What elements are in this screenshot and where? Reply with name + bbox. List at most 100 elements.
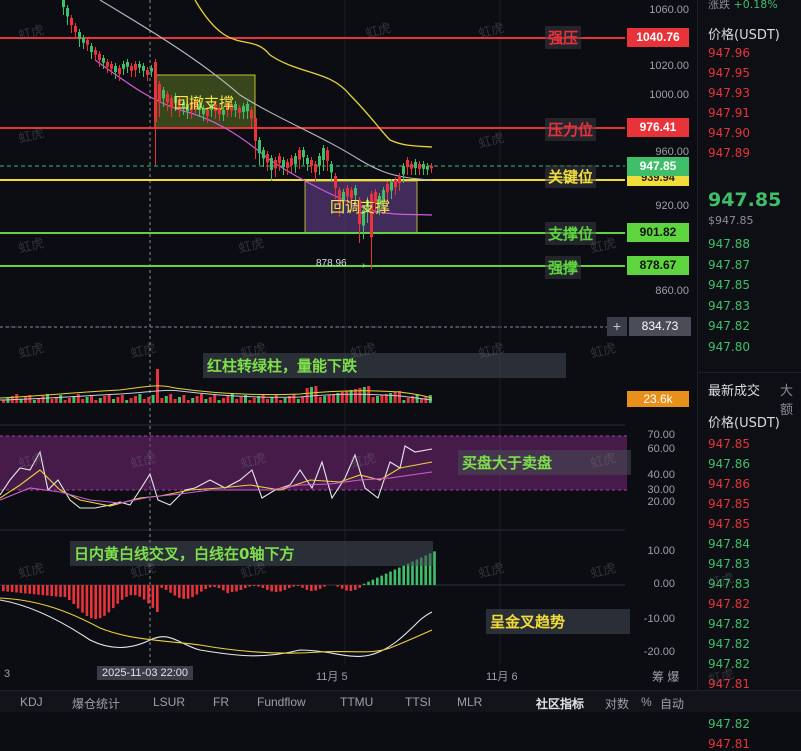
volume-bar [15,394,18,403]
macd-bar [319,585,322,589]
candle [330,164,333,172]
macd-bar [288,585,291,588]
macd-bar [301,585,304,588]
macd-bar [121,585,124,600]
time-label: 11月 5 [316,668,348,684]
tab-ttmu[interactable]: TTMU [340,695,373,709]
ask-price[interactable]: 947.89 [708,146,750,160]
bid-price[interactable]: 947.85 [708,278,750,292]
macd-bar [354,585,357,590]
volume-bar [328,395,331,403]
tab-community-indicators[interactable]: 社区指标 [536,695,584,712]
macd-bar [99,585,102,618]
candle [410,164,413,169]
macd-bar [367,582,370,585]
indicator-tab-bar: KDJ 爆仓统计 LSUR FR Fundflow TTMU TTSI MLR … [0,690,801,712]
macd-bar [200,585,203,592]
candle [110,64,113,69]
macd-bar [226,585,229,593]
candle [98,54,101,60]
tab-fundflow[interactable]: Fundflow [257,695,306,709]
log-scale-toggle[interactable]: 对数 [605,695,629,712]
macd-bar [81,585,84,613]
ask-price[interactable]: 947.90 [708,126,750,140]
candle [82,38,85,43]
volume-bar [222,398,225,403]
volume-bar [213,395,216,403]
volume-bar [112,399,115,403]
candle [250,110,253,118]
tab-liquidation-stats[interactable]: 爆仓统计 [72,695,120,712]
bid-price[interactable]: 947.80 [708,340,750,354]
volume-bar [424,397,427,403]
macd-bar [341,585,344,589]
volume-bar [284,398,287,403]
bid-price[interactable]: 947.87 [708,258,750,272]
candle [326,150,329,161]
volume-bar [147,397,150,403]
macd-bar [244,585,247,588]
macd-bar [112,585,115,608]
crosshair-time-label: 2025-11-03 22:00 [97,666,193,680]
ask-price[interactable]: 947.96 [708,46,750,60]
macd-bar [156,585,159,612]
volume-bar [125,400,128,403]
large-trades-tab[interactable]: 大额 [780,380,801,418]
ask-price[interactable]: 947.91 [708,106,750,120]
auto-scale-toggle[interactable]: 自动 [660,695,684,712]
price-tick: 1060.00 [649,4,689,16]
macd-bar [108,585,111,612]
volume-bar [196,396,199,403]
macd-bar [292,585,295,587]
low-arrow: › [362,260,365,271]
bid-price[interactable]: 947.88 [708,237,750,251]
candle [142,66,145,71]
volume-bar [332,394,335,403]
macd-line-yellow [0,598,432,653]
price-tag-volume: 23.6k [627,391,689,407]
candle [266,154,269,162]
chart-area[interactable]: › 1060.00 1020.00 1000.00 960.00 920.00 … [0,0,695,690]
macd-tick: 10.00 [647,545,675,557]
level-label-key: 关键位 [545,165,596,188]
bid-price[interactable]: 947.82 [708,319,750,333]
volume-bar [2,400,5,403]
candle [78,32,81,39]
recent-trades-tab[interactable]: 最新成交 [708,380,760,399]
tab-mlr[interactable]: MLR [457,695,482,709]
volume-bar [350,390,353,403]
crosshair-plus-icon[interactable]: + [607,317,627,336]
percent-scale-toggle[interactable]: % [641,695,652,709]
volume-bar [200,394,203,403]
trade-price: 947.81 [708,737,750,751]
macd-bar [160,585,163,588]
tab-fr[interactable]: FR [213,695,229,709]
rsi-tick: 60.00 [647,443,675,455]
volume-bar [121,395,124,403]
bid-price[interactable]: 947.83 [708,299,750,313]
macd-bar [323,585,326,587]
volume-bar [292,394,295,403]
price-tick: 860.00 [655,285,689,297]
volume-bar [429,395,432,403]
macd-bar [11,585,14,592]
time-label: 3 [4,668,10,680]
macd-bar [306,585,309,590]
volume-bar [134,396,137,403]
tab-ttsi[interactable]: TTSI [405,695,431,709]
tab-lsur[interactable]: LSUR [153,695,185,709]
macd-bar [68,585,71,600]
candle [258,140,261,153]
volume-bar [182,395,185,403]
volume-bar [314,386,317,403]
ask-price[interactable]: 947.93 [708,86,750,100]
price-tag-support: 901.82 [627,223,689,242]
volume-bar [420,399,423,403]
ask-price[interactable]: 947.95 [708,66,750,80]
tab-kdj[interactable]: KDJ [20,695,43,709]
trade-price: 947.86 [708,477,750,491]
macd-bar [213,585,216,587]
retrace-support-label: 回调支撑 [330,196,390,217]
candle [278,156,281,163]
macd-bar [15,585,18,593]
